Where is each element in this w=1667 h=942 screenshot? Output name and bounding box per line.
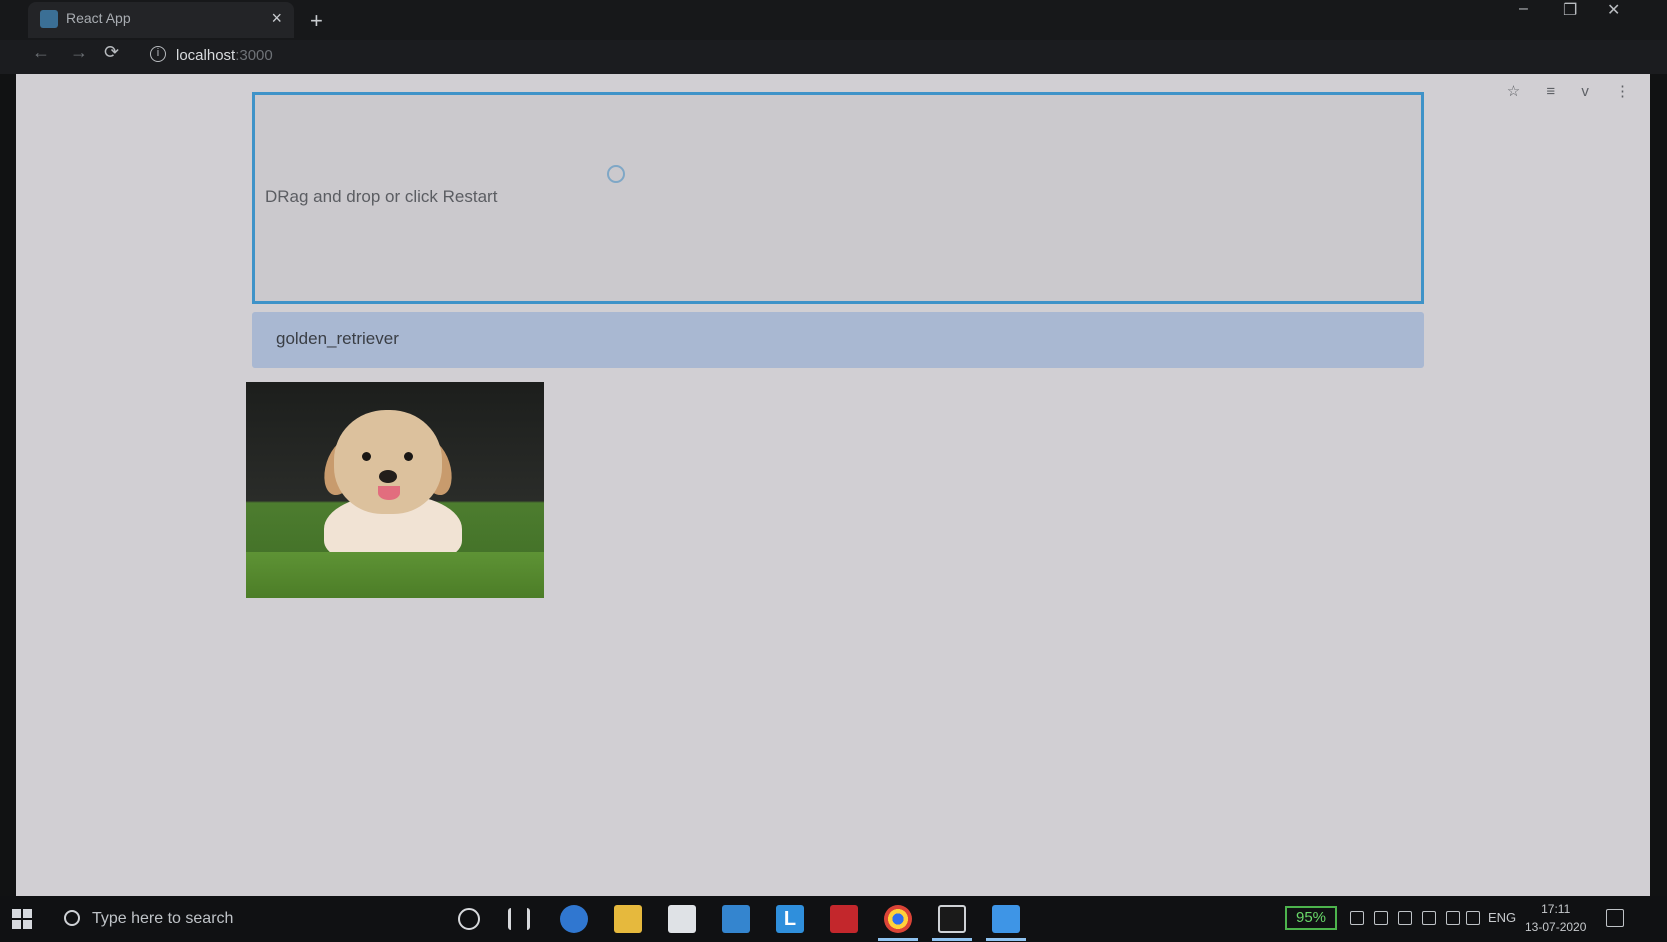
clock-time: 17:11 [1541,902,1571,916]
taskbar-search-input[interactable]: Type here to search [92,910,233,928]
react-favicon-icon [40,10,58,28]
chrome-icon[interactable] [884,905,912,933]
url-host: localhost [176,47,236,64]
reading-list-icon[interactable]: ≡ [1546,83,1555,100]
address-bar[interactable]: localhost:3000 [176,47,273,64]
tab-title: React App [66,10,131,26]
store-icon[interactable] [668,905,696,933]
clock[interactable]: 17:11 13-07-2020 [1525,900,1586,936]
minimize-icon[interactable]: – [1519,0,1528,18]
site-info-icon[interactable]: i [150,46,166,62]
page-viewport: ☆ ≡ v ⋮ DRag and drop or click Restart g… [16,74,1650,896]
forward-icon[interactable]: → [70,42,88,63]
tray-chevron-icon[interactable] [1374,911,1388,925]
menu-icon[interactable]: ⋮ [1615,83,1630,100]
close-window-icon[interactable]: ✕ [1607,0,1620,20]
back-icon[interactable]: ← [32,42,50,63]
vscode-active-indicator [986,938,1026,941]
network-icon[interactable] [1446,911,1460,925]
notifications-icon[interactable] [1606,909,1624,927]
bookmark-star-icon[interactable]: ☆ [1507,83,1520,100]
uploaded-image [246,382,544,598]
onedrive-icon[interactable] [1398,911,1412,925]
maximize-icon[interactable]: ❐ [1563,0,1577,20]
cmd-active-indicator [932,938,972,941]
dog-tongue [378,486,400,500]
dropzone-text: DRag and drop or click Restart [265,187,498,206]
tab-bar: React App × + – ❐ ✕ [0,0,1667,40]
windows-taskbar: Type here to search L 95% ENG 17:11 13-0… [0,896,1667,942]
profile-icon[interactable]: v [1581,83,1589,100]
tray-pen-icon[interactable] [1350,911,1364,925]
cortana-icon[interactable] [458,908,480,930]
prediction-result: golden_retriever [252,312,1424,368]
cursor-icon [607,165,625,183]
volume-icon[interactable] [1466,911,1480,925]
url-port: :3000 [235,47,273,64]
language-indicator[interactable]: ENG [1488,910,1516,925]
browser-toolbar: ← → ⟳ i localhost:3000 [0,40,1667,74]
tray-battery-icon[interactable] [1422,911,1436,925]
vscode-icon[interactable] [992,905,1020,933]
dog-eye-left [362,452,371,461]
dog-nose [379,470,397,483]
chrome-active-indicator [878,938,918,941]
clock-date: 13-07-2020 [1525,920,1587,934]
close-tab-icon[interactable]: × [271,8,282,29]
grass [246,552,544,598]
battery-indicator[interactable]: 95% [1285,906,1337,930]
mail-icon[interactable] [722,905,750,933]
mcafee-icon[interactable] [830,905,858,933]
image-dropzone[interactable]: DRag and drop or click Restart [252,92,1424,304]
reload-icon[interactable]: ⟳ [104,42,119,63]
browser-tab[interactable]: React App × [28,2,294,38]
toolbar-right: ☆ ≡ v ⋮ [1485,82,1630,100]
prediction-label: golden_retriever [276,329,399,348]
search-icon [64,910,80,926]
dog-eye-right [404,452,413,461]
task-view-icon[interactable] [508,908,530,930]
screen: React App × + – ❐ ✕ ← → ⟳ i localhost:30… [0,0,1667,942]
new-tab-icon[interactable]: + [310,8,323,34]
windows-start-icon[interactable] [12,909,32,929]
l-app-icon[interactable]: L [776,905,804,933]
edge-icon[interactable] [560,905,588,933]
file-explorer-icon[interactable] [614,905,642,933]
cmd-icon[interactable] [938,905,966,933]
